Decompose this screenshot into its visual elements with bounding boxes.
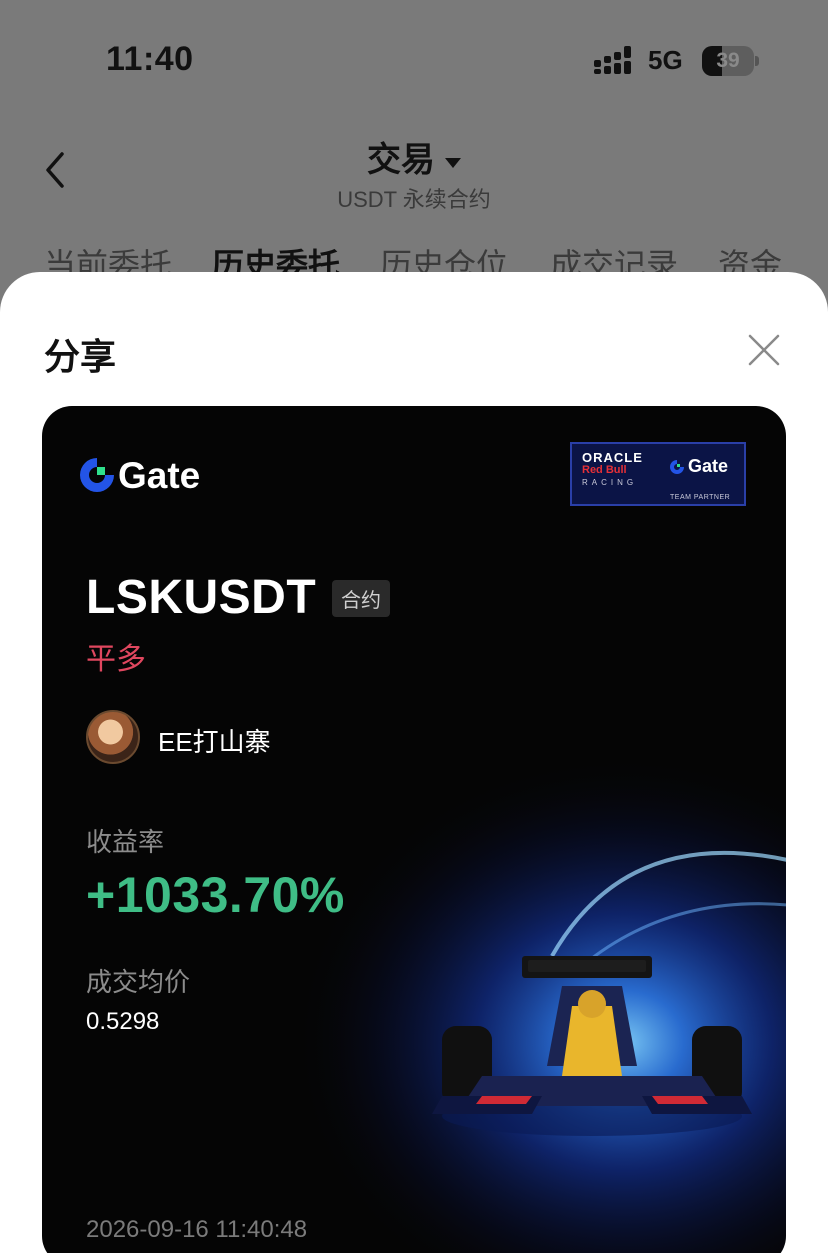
contract-tag: 合约: [332, 580, 390, 617]
partner-badge: ORACLE Red Bull RACING Gate TEAM PARTNER: [570, 442, 746, 506]
roi-value: +1033.70%: [86, 867, 345, 923]
page-subtitle: USDT 永续合约: [337, 187, 491, 212]
username: EE打山寨: [158, 727, 271, 757]
partner-oracle: ORACLE: [582, 450, 643, 465]
avg-price-value: 0.5298: [86, 1008, 160, 1035]
battery-percent: 39: [716, 49, 740, 72]
network-type: 5G: [648, 45, 683, 75]
battery-icon: 39: [702, 46, 759, 76]
partner-racing: RACING: [582, 478, 638, 487]
share-sheet-title: 分享: [44, 336, 117, 377]
race-car-illustration: [432, 956, 752, 1136]
close-icon[interactable]: [746, 332, 782, 368]
avatar: [86, 710, 140, 764]
position-side: 平多: [86, 643, 146, 676]
partner-gate: Gate: [688, 456, 729, 476]
share-card: Gate ORACLE Red Bull RACING Gate TEAM PA…: [42, 406, 786, 1253]
partner-tagline: TEAM PARTNER: [670, 494, 731, 501]
page-title: 交易: [367, 141, 435, 179]
trading-pair: LSKUSDT: [86, 571, 317, 624]
avg-price-label: 成交均价: [86, 967, 191, 997]
status-time: 11:40: [106, 40, 194, 78]
roi-label: 收益率: [86, 827, 165, 857]
gate-mark-icon: [670, 460, 684, 474]
title-dropdown[interactable]: 交易: [0, 132, 828, 181]
status-bar: 11:40 5G 39: [0, 0, 828, 110]
partner-redbull: Red Bull: [582, 464, 627, 476]
brand-text: Gate: [118, 455, 200, 496]
share-sheet: 分享 Gate ORACLE Red Bull RACING Gate TEAM…: [0, 272, 828, 1253]
gate-logo: Gate: [80, 455, 200, 496]
caret-down-icon: [445, 157, 461, 168]
timestamp: 2026-09-16 11:40:48: [86, 1216, 308, 1243]
cellular-signal-icon: [594, 46, 631, 74]
